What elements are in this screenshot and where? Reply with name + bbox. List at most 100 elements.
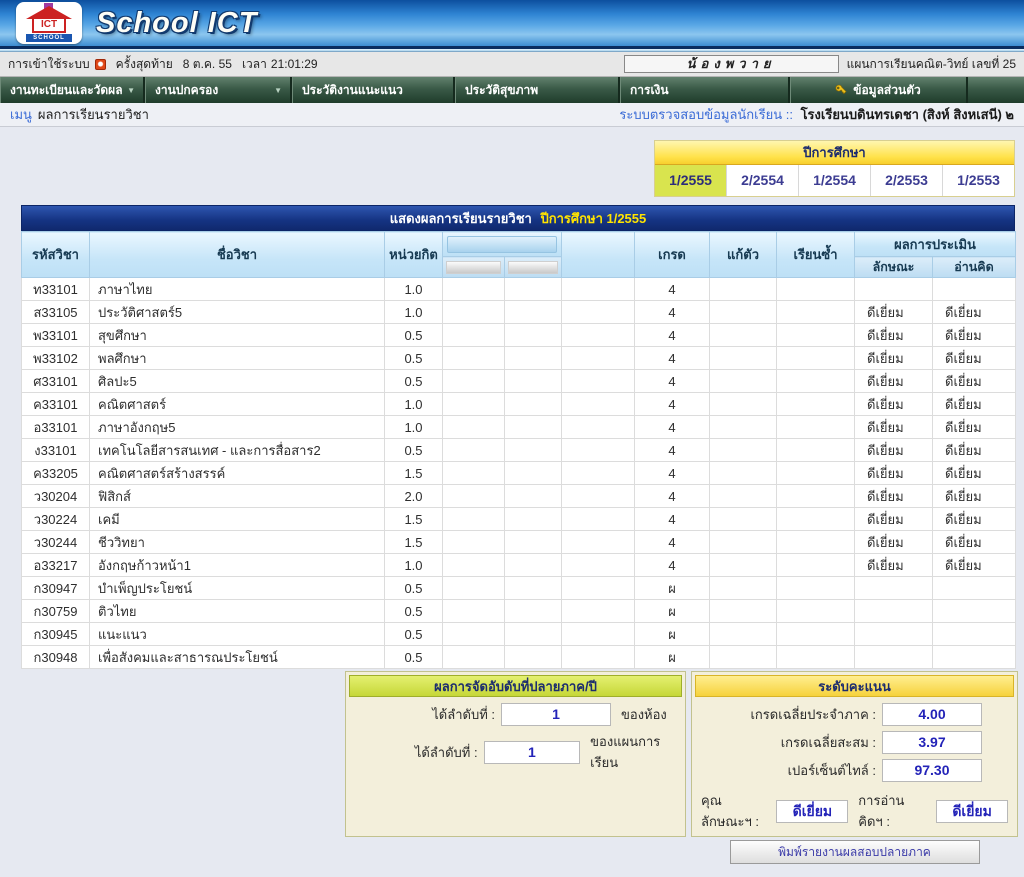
retake-cell bbox=[710, 508, 777, 531]
year-tab-1-2554[interactable]: 1/2554 bbox=[799, 165, 871, 196]
subject-name-cell: ฟิสิกส์ bbox=[90, 485, 385, 508]
retake-cell bbox=[710, 531, 777, 554]
credits-cell: 0.5 bbox=[385, 600, 443, 623]
blank-cell bbox=[562, 508, 635, 531]
ranking-box-title: ผลการจัดอับดับที่ปลายภาค/ปี bbox=[349, 675, 682, 697]
menu-item-health[interactable]: ประวัติสุขภาพ bbox=[455, 77, 620, 103]
blank-cell bbox=[505, 508, 562, 531]
table-row: ว30244 ชีววิทยา 1.5 4 ดีเยี่ยม ดีเยี่ยม bbox=[22, 531, 1016, 554]
retake-cell bbox=[710, 393, 777, 416]
credits-cell: 2.0 bbox=[385, 485, 443, 508]
blank-cell bbox=[562, 278, 635, 301]
subject-code-cell: ค33205 bbox=[22, 462, 90, 485]
trait-evaluation-cell: ดีเยี่ยม bbox=[855, 393, 933, 416]
rank-row-plan: ได้ลำดับที่ : 1 ของแผนการเรียน bbox=[355, 731, 676, 773]
percentile-row: เปอร์เซ็นต์ไทล์ : 97.30 bbox=[701, 759, 1008, 782]
trait-evaluation-cell: ดีเยี่ยม bbox=[855, 462, 933, 485]
menu-item-personal-info[interactable]: ข้อมูลส่วนตัว bbox=[790, 77, 968, 103]
table-row: ง33101 เทคโนโลยีสารสนเทศ - และการสื่อสาร… bbox=[22, 439, 1016, 462]
repeat-cell bbox=[777, 416, 855, 439]
repeat-cell bbox=[777, 439, 855, 462]
subject-code-cell: ก30947 bbox=[22, 577, 90, 600]
menu-item-guidance[interactable]: ประวัติงานแนะแนว bbox=[292, 77, 455, 103]
grade-cell: ผ bbox=[635, 623, 710, 646]
grade-cell: 4 bbox=[635, 324, 710, 347]
academic-year-selector: ปีการศึกษา 1/2555 2/2554 1/2554 2/2553 1… bbox=[654, 140, 1015, 197]
blank-cell bbox=[562, 301, 635, 324]
year-tab-2-2554[interactable]: 2/2554 bbox=[727, 165, 799, 196]
subject-name-cell: อังกฤษก้าวหน้า1 bbox=[90, 554, 385, 577]
blank-cell bbox=[562, 623, 635, 646]
table-row: ก30948 เพื่อสังคมและสาธารณประโยชน์ 0.5 ผ bbox=[22, 646, 1016, 669]
credits-cell: 0.5 bbox=[385, 623, 443, 646]
subject-name-cell: แนะแนว bbox=[90, 623, 385, 646]
retake-cell bbox=[710, 347, 777, 370]
gpa-term-value: 4.00 bbox=[882, 703, 982, 726]
login-info-bar: การเข้าใช้ระบบ ครั้งสุดท้าย 8 ต.ค. 55 เว… bbox=[0, 52, 1024, 77]
breadcrumb-bar: เมนู ผลการเรียนรายวิชา ระบบตรวจสอบข้อมูล… bbox=[0, 103, 1024, 127]
grades-table: รหัสวิชา ชื่อวิชา หน่วยกิต เกรด แก้ตัว เ… bbox=[21, 231, 1016, 669]
credits-cell: 0.5 bbox=[385, 324, 443, 347]
subject-name-cell: พลศึกษา bbox=[90, 347, 385, 370]
credits-cell: 1.0 bbox=[385, 554, 443, 577]
reading-evaluation-cell: ดีเยี่ยม bbox=[933, 531, 1016, 554]
subject-name-cell: เคมี bbox=[90, 508, 385, 531]
reading-evaluation-cell: ดีเยี่ยม bbox=[933, 393, 1016, 416]
trait-evaluation-cell: ดีเยี่ยม bbox=[855, 370, 933, 393]
reading-evaluation-cell: ดีเยี่ยม bbox=[933, 370, 1016, 393]
menu-item-finance[interactable]: การเงิน bbox=[620, 77, 790, 103]
credits-cell: 0.5 bbox=[385, 370, 443, 393]
year-tab-2-2553[interactable]: 2/2553 bbox=[871, 165, 943, 196]
menu-item-registrar[interactable]: งานทะเบียนและวัดผล ▼ bbox=[0, 77, 145, 103]
blank-cell bbox=[443, 531, 505, 554]
table-row: ท33101 ภาษาไทย 1.0 4 bbox=[22, 278, 1016, 301]
year-tab-1-2553[interactable]: 1/2553 bbox=[943, 165, 1014, 196]
blank-cell bbox=[505, 600, 562, 623]
gpa-cumulative-value: 3.97 bbox=[882, 731, 982, 754]
repeat-cell bbox=[777, 324, 855, 347]
year-tab-1-2555[interactable]: 1/2555 bbox=[655, 165, 727, 196]
blank-cell bbox=[443, 370, 505, 393]
system-label: ระบบตรวจสอบข้อมูลนักเรียน :: bbox=[619, 107, 793, 122]
blank-cell bbox=[562, 347, 635, 370]
credits-cell: 0.5 bbox=[385, 347, 443, 370]
grade-cell: 4 bbox=[635, 278, 710, 301]
reading-evaluation-cell: ดีเยี่ยม bbox=[933, 416, 1016, 439]
table-row: ค33205 คณิตศาสตร์สร้างสรรค์ 1.5 4 ดีเยี่… bbox=[22, 462, 1016, 485]
rank-in-plan-value: 1 bbox=[484, 741, 581, 764]
subject-name-cell: สุขศึกษา bbox=[90, 324, 385, 347]
print-report-button[interactable]: พิมพ์รายงานผลสอบปลายภาค bbox=[730, 840, 980, 864]
grade-cell: ผ bbox=[635, 577, 710, 600]
retake-cell bbox=[710, 554, 777, 577]
percentile-label: เปอร์เซ็นต์ไทล์ : bbox=[701, 760, 876, 781]
menu-item-discipline[interactable]: งานปกครอง ▼ bbox=[145, 77, 292, 103]
blank-cell bbox=[443, 278, 505, 301]
grades-table-body: ท33101 ภาษาไทย 1.0 4 ส33105 ประวัติศาสตร… bbox=[22, 278, 1016, 669]
subject-code-cell: ว30244 bbox=[22, 531, 90, 554]
grades-table-title: แสดงผลการเรียนรายวิชา ปีการศึกษา 1/2555 bbox=[21, 205, 1015, 231]
table-row: พ33101 สุขศึกษา 0.5 4 ดีเยี่ยม ดีเยี่ยม bbox=[22, 324, 1016, 347]
col-header-grade: เกรด bbox=[635, 232, 710, 278]
grade-cell: ผ bbox=[635, 646, 710, 669]
subject-code-cell: ท33101 bbox=[22, 278, 90, 301]
breadcrumb-menu-link[interactable]: เมนู bbox=[10, 104, 32, 125]
last-login-date: 8 ต.ค. 55 bbox=[183, 55, 232, 74]
blank-cell bbox=[562, 577, 635, 600]
blank-cell bbox=[505, 531, 562, 554]
alert-icon bbox=[95, 59, 106, 70]
repeat-cell bbox=[777, 623, 855, 646]
trait-evaluation-cell bbox=[855, 600, 933, 623]
reading-evaluation-cell: ดีเยี่ยม bbox=[933, 301, 1016, 324]
trait-evaluation-cell: ดีเยี่ยม bbox=[855, 416, 933, 439]
rank-suffix: ของห้อง bbox=[621, 704, 667, 725]
subject-name-cell: ชีววิทยา bbox=[90, 531, 385, 554]
subject-name-cell: ศิลปะ5 bbox=[90, 370, 385, 393]
blank-cell bbox=[505, 416, 562, 439]
subject-code-cell: ว30204 bbox=[22, 485, 90, 508]
time-label: เวลา bbox=[242, 55, 267, 74]
logo-school-text: SCHOOL bbox=[26, 34, 72, 42]
blank-cell bbox=[562, 370, 635, 393]
repeat-cell bbox=[777, 462, 855, 485]
retake-cell bbox=[710, 577, 777, 600]
blank-cell bbox=[562, 646, 635, 669]
